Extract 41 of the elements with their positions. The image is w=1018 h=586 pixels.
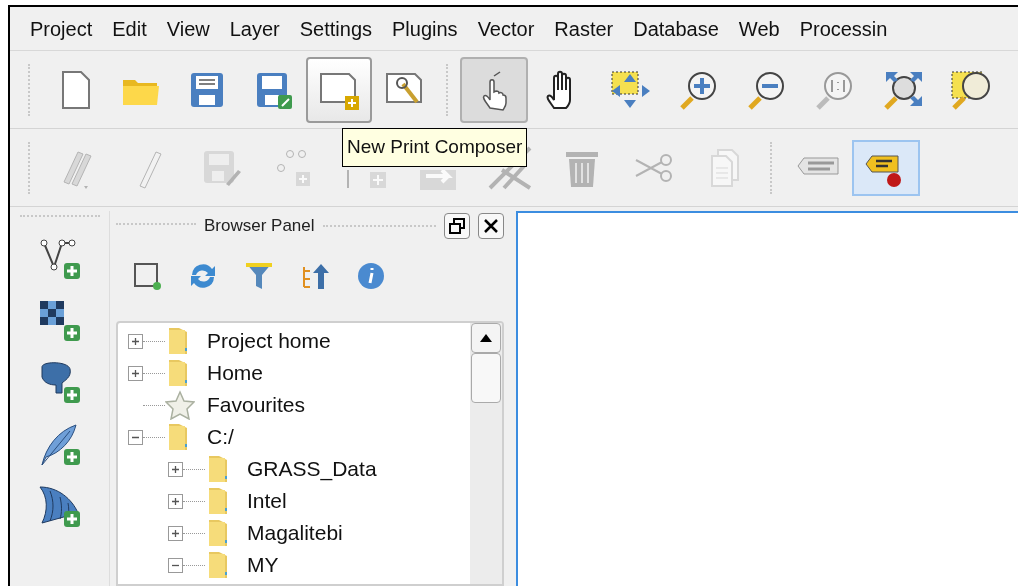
close-icon (483, 218, 499, 234)
float-button[interactable] (444, 213, 470, 239)
tree-item[interactable]: Magalitebi (247, 517, 343, 549)
refresh-icon[interactable] (188, 261, 218, 291)
expander-icon[interactable] (128, 429, 143, 445)
menu-item[interactable]: Web (730, 13, 788, 44)
menu-item[interactable]: Settings (291, 13, 380, 44)
menu-item[interactable]: Database (625, 13, 727, 44)
info-icon[interactable] (356, 261, 386, 291)
tree-item[interactable]: Intel (247, 485, 287, 517)
tree-item[interactable]: GRASS_Data (247, 453, 377, 485)
add-selected-icon[interactable] (132, 261, 162, 291)
up-arrow-icon (480, 334, 492, 342)
scroll-up-button[interactable] (471, 323, 501, 353)
expander-icon[interactable] (168, 525, 183, 541)
scroll-thumb[interactable] (471, 353, 501, 403)
expander-icon[interactable] (168, 493, 183, 509)
menu-item[interactable]: View (158, 13, 218, 44)
expander-icon[interactable] (168, 461, 183, 477)
tree-item[interactable]: MY (247, 549, 279, 581)
star-icon (165, 390, 195, 420)
tree-item[interactable]: Favourites (207, 389, 306, 421)
tree-item[interactable]: Project home (207, 325, 331, 357)
menu-item[interactable]: Project (22, 13, 101, 44)
filter-icon[interactable] (244, 261, 274, 291)
panel-title: Browser Panel (204, 215, 315, 238)
expander-icon[interactable] (168, 557, 183, 573)
menu-item[interactable]: Processin (791, 13, 896, 44)
restore-icon (449, 218, 465, 234)
expander-icon[interactable] (128, 365, 143, 381)
menu-item[interactable]: Vector (469, 13, 543, 44)
menu-item[interactable]: Raster (546, 13, 622, 44)
menu-item[interactable]: Plugins (384, 13, 466, 44)
menu-item[interactable]: Layer (221, 13, 288, 44)
tree-item[interactable]: Home (207, 357, 264, 389)
scrollbar[interactable] (470, 323, 502, 584)
expander-icon[interactable] (128, 333, 143, 349)
menu-item[interactable]: Edit (104, 13, 155, 44)
tree-item[interactable]: C:/ (207, 421, 234, 453)
tooltip: New Print Composer (342, 128, 528, 167)
close-button[interactable] (478, 213, 504, 239)
